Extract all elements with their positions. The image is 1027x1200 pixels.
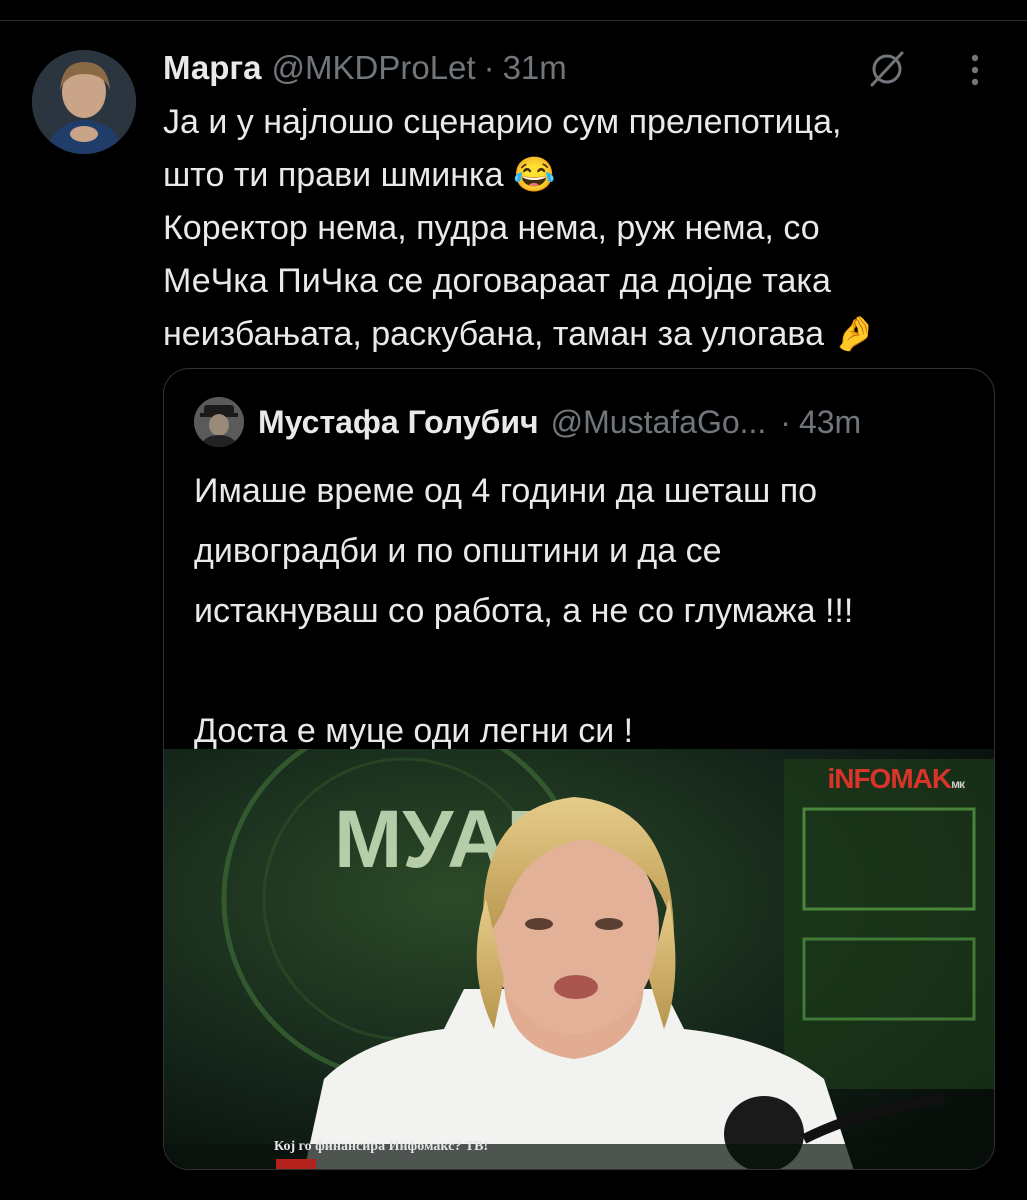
tweet-header: Марга @MKDProLet · 31m	[163, 46, 567, 90]
quote-time[interactable]: 43m	[799, 404, 861, 441]
media-ticker-text: Кој го финансира Инфомакс? ТВ!	[274, 1139, 489, 1154]
separator-dot: ·	[780, 403, 791, 440]
quote-header: Мустафа Голубич @MustafaGo... · 43m	[258, 399, 861, 445]
tweet-text: Ја и у најлошо сценарио сум прелепотица,…	[163, 96, 983, 361]
quote-text-line	[194, 641, 984, 701]
quote-text-line: истакнуваш со работа, а не со глумажа !!…	[194, 592, 854, 630]
more-options-icon[interactable]	[958, 50, 992, 90]
quoted-tweet[interactable]: Мустафа Голубич @MustafaGo... · 43m Имаш…	[163, 368, 995, 1170]
quote-text-line: Имаше време од 4 години да шеташ по	[194, 472, 818, 510]
author-avatar[interactable]	[32, 50, 136, 154]
tweet-text-line: Коректор нема, пудра нема, руж нема, со	[163, 209, 820, 247]
tweet-time[interactable]: 31m	[503, 49, 567, 87]
media-watermark: iNFOMAKмк	[827, 763, 965, 795]
tweet-text-line: МеЧка ПиЧка се договараат да дојде така	[163, 262, 831, 300]
quote-author-handle[interactable]: @MustafaGo...	[551, 404, 767, 441]
quote-author-avatar[interactable]	[194, 397, 244, 447]
tweet-text-line: Ја и у најлошо сценарио сум прелепотица,	[163, 103, 842, 141]
top-divider	[0, 20, 1027, 21]
tweet-text-line: што ти прави шминка 😂	[163, 156, 556, 194]
quote-text-line: дивоградби и по општини и да се	[194, 532, 722, 570]
author-handle[interactable]: @MKDProLet	[272, 49, 476, 87]
quote-text: Имаше време од 4 години да шеташ по диво…	[194, 461, 984, 761]
separator-dot: ·	[483, 49, 495, 86]
author-name[interactable]: Марга	[163, 49, 262, 87]
watermark-suffix: мк	[951, 777, 965, 791]
watermark-text: iNFOMAK	[827, 763, 952, 794]
quote-author-name[interactable]: Мустафа Голубич	[258, 404, 539, 441]
tweet-text-line: неизбањата, раскубана, таман за улогава …	[163, 315, 876, 353]
quote-media-image[interactable]: МУАБЕ iNFOMAKмк Кој го финансира Инфомак…	[164, 749, 994, 1169]
grok-icon[interactable]	[866, 48, 908, 90]
